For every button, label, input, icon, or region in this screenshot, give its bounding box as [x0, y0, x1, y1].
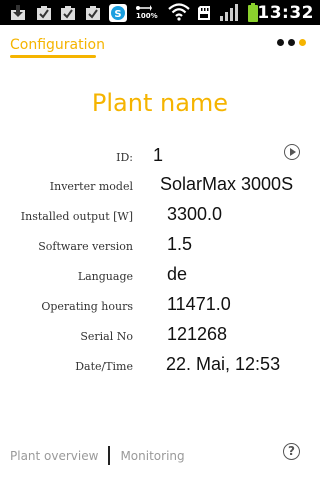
nav-plant-overview[interactable]: Plant overview	[10, 449, 98, 463]
page-dot	[277, 39, 284, 46]
sd-card-icon	[198, 6, 210, 20]
page-indicator	[277, 39, 306, 46]
checkbox-icon	[86, 6, 100, 20]
detail-row-date-time: Date/Time 22. Mai, 12:53	[0, 351, 320, 381]
battery-percent-label: 100%	[136, 12, 158, 20]
clock: 13:32	[257, 3, 314, 23]
detail-row-id: ID: 1	[0, 142, 320, 172]
checkbox-icon	[61, 6, 75, 20]
signal-icon	[220, 4, 238, 21]
detail-label: Serial No	[80, 330, 133, 343]
detail-value: 11471.0	[167, 294, 231, 314]
tab-configuration[interactable]: Configuration	[10, 37, 105, 53]
detail-value: SolarMax 3000S	[160, 174, 294, 194]
detail-row-operating-hours: Operating hours 11471.0	[0, 291, 320, 321]
svg-text:S: S	[114, 9, 121, 20]
detail-row-language: Language de	[0, 261, 320, 291]
tab-indicator	[10, 55, 96, 58]
nav-divider	[108, 446, 111, 465]
page-dot-active	[299, 39, 306, 46]
wifi-icon	[168, 3, 190, 21]
play-icon[interactable]	[284, 144, 300, 160]
detail-row-software-version: Software version 1.5	[0, 231, 320, 261]
detail-value: 1	[153, 145, 164, 165]
skype-icon: S	[109, 4, 127, 22]
detail-row-serial-no: Serial No 121268	[0, 321, 320, 351]
detail-row-inverter-model: Inverter model SolarMax 3000S	[0, 171, 320, 201]
help-icon[interactable]: ?	[283, 443, 300, 460]
detail-label: Inverter model	[49, 180, 133, 193]
status-bar: S 100% 13:32	[0, 0, 320, 25]
detail-label: Installed output [W]	[20, 210, 133, 223]
download-icon	[11, 5, 25, 20]
detail-label: Date/Time	[75, 360, 133, 373]
bottom-nav: Plant overview Monitoring	[10, 446, 185, 465]
page-dot	[288, 39, 295, 46]
detail-value: 22. Mai, 12:53	[166, 354, 281, 374]
plant-name-title: Plant name	[91, 89, 229, 117]
detail-label: Language	[77, 270, 133, 283]
checkbox-icon	[37, 6, 51, 20]
detail-label: Software version	[38, 240, 133, 253]
detail-value: 1.5	[167, 234, 193, 254]
detail-label: Operating hours	[41, 300, 133, 313]
detail-value: 121268	[167, 324, 228, 344]
nav-monitoring[interactable]: Monitoring	[120, 449, 184, 463]
detail-value: de	[167, 264, 188, 284]
detail-label: ID:	[116, 151, 133, 164]
detail-value: 3300.0	[167, 204, 223, 224]
detail-row-installed-output: Installed output [W] 3300.0	[0, 201, 320, 231]
